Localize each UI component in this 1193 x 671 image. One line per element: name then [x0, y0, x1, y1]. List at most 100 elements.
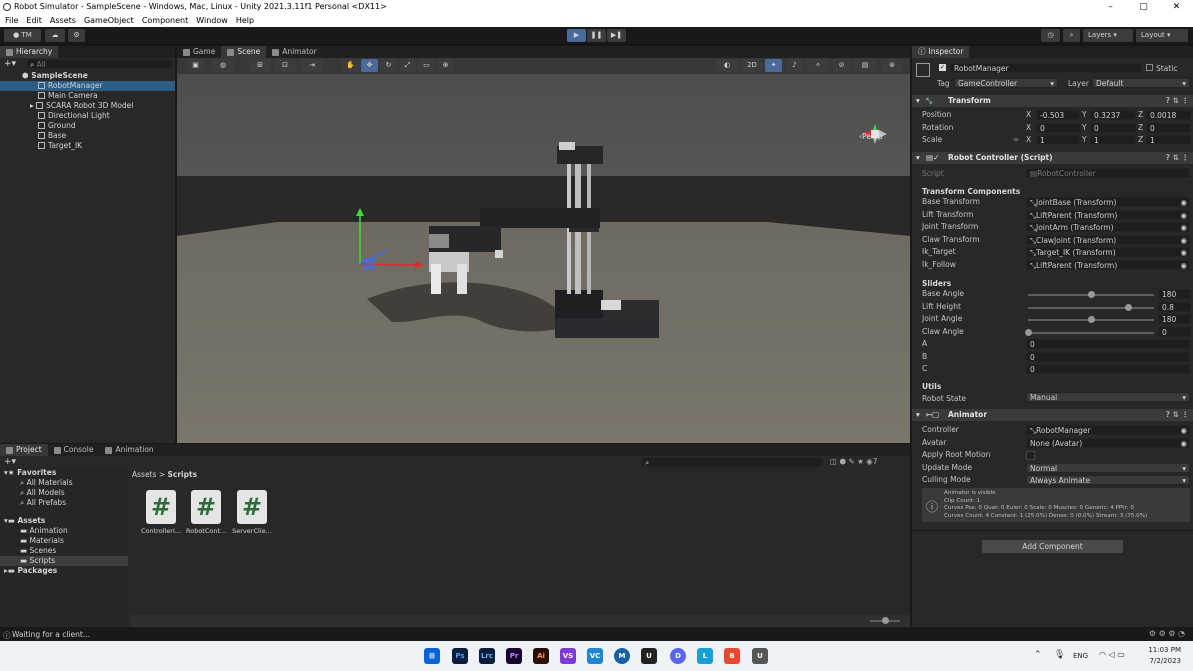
- effects-icon[interactable]: ✧: [807, 59, 829, 72]
- rotation-y-field[interactable]: 0: [1090, 122, 1136, 133]
- slider-track[interactable]: [1028, 306, 1154, 309]
- icon-size-knob[interactable]: [882, 617, 889, 624]
- mic-icon[interactable]: 🎙︎: [1054, 650, 1065, 660]
- shading-icon[interactable]: ◐: [716, 59, 738, 72]
- gizmo-globe-icon[interactable]: ◍: [212, 59, 234, 72]
- transform-tool-icon[interactable]: ⊕: [437, 59, 454, 72]
- clock-time[interactable]: 11:03 PM: [1147, 646, 1181, 654]
- menu-window[interactable]: Window: [196, 15, 228, 27]
- history-icon[interactable]: ◷: [1041, 29, 1060, 42]
- base-angle-field[interactable]: 180: [1158, 289, 1191, 299]
- tab-project[interactable]: Project: [0, 444, 48, 456]
- hand-tool-icon[interactable]: ✋: [342, 59, 359, 72]
- add-component-button[interactable]: Add Component: [982, 540, 1123, 553]
- avatar-field[interactable]: None (Avatar) ◉: [1026, 437, 1190, 448]
- component-menu-icons[interactable]: ? ⇅ ⋮: [1166, 152, 1189, 164]
- project-search-input[interactable]: ⌕: [641, 457, 823, 467]
- layout-dropdown[interactable]: Layout ▾: [1136, 29, 1188, 42]
- menu-gameobject[interactable]: GameObject: [84, 15, 134, 27]
- menu-assets[interactable]: Assets: [50, 15, 76, 27]
- culling-mode-dropdown[interactable]: Always Animate ▾: [1026, 475, 1190, 485]
- base-transform-field[interactable]: ⤡JointBase (Transform) ◉: [1026, 197, 1190, 207]
- animator-controller-field[interactable]: ⤡RobotManager ◉: [1026, 425, 1190, 435]
- position-y-field[interactable]: 0.3237: [1090, 110, 1136, 120]
- minimize-button[interactable]: –: [1094, 0, 1127, 15]
- slider-knob[interactable]: [1087, 316, 1095, 323]
- increment-icon[interactable]: ⇥: [301, 59, 323, 72]
- add-asset-icon[interactable]: +▾: [4, 457, 16, 467]
- object-picker-icon[interactable]: ◉: [1180, 261, 1189, 270]
- hierarchy-item-main-camera[interactable]: Main Camera: [0, 91, 175, 101]
- menu-help[interactable]: Help: [236, 15, 254, 27]
- component-menu-icons[interactable]: ? ⇅ ⋮: [1166, 95, 1189, 107]
- ik-target-field[interactable]: ⤡Target_IK (Transform) ◉: [1026, 247, 1190, 257]
- project-filter-icons[interactable]: ◫ ⬢ ✎ ★ ◉7: [830, 457, 878, 466]
- tag-dropdown[interactable]: GameController ▾: [954, 78, 1058, 88]
- account-button[interactable]: ● TM: [4, 29, 41, 42]
- play-button[interactable]: ▶: [567, 29, 586, 42]
- taskbar-app[interactable]: M: [614, 648, 630, 664]
- taskbar-vscode[interactable]: VC: [587, 648, 603, 664]
- script-file[interactable]: # ServerClie...: [232, 490, 272, 535]
- object-picker-icon[interactable]: ◉: [1180, 236, 1189, 245]
- packages-row[interactable]: ▸▬ Packages: [0, 566, 128, 576]
- clock-date[interactable]: 7/2/2023: [1147, 657, 1181, 665]
- hierarchy-item-robotmanager[interactable]: RobotManager: [0, 81, 175, 91]
- taskbar-premiere[interactable]: Pr: [506, 648, 522, 664]
- persp-label[interactable]: ‹Persp: [859, 132, 883, 141]
- hidden-objects-icon[interactable]: ⊘: [833, 59, 850, 72]
- layers-dropdown[interactable]: Layers ▾: [1083, 29, 1133, 42]
- object-picker-icon[interactable]: ◉: [1180, 223, 1189, 232]
- scene-viewport[interactable]: ‹Persp: [177, 74, 910, 443]
- component-menu-icons[interactable]: ? ⇅ ⋮: [1166, 409, 1189, 421]
- rotation-x-field[interactable]: 0: [1036, 122, 1080, 133]
- taskbar-lightroom[interactable]: Lrc: [479, 648, 495, 664]
- breadcrumb-scripts[interactable]: Scripts: [168, 470, 198, 479]
- tab-scene[interactable]: Scene: [221, 46, 267, 58]
- breadcrumb-assets[interactable]: Assets: [132, 470, 156, 479]
- scale-y-field[interactable]: 1: [1090, 135, 1136, 145]
- joint-angle-field[interactable]: 180: [1158, 314, 1191, 324]
- snap-icon[interactable]: ⊞: [249, 59, 271, 72]
- fav-all-materials[interactable]: ⌕ All Materials: [0, 478, 128, 488]
- active-checkbox[interactable]: ✓: [939, 64, 946, 71]
- tab-game[interactable]: Game: [177, 46, 221, 58]
- script-file[interactable]: # ControllerI...: [141, 490, 181, 535]
- search-icon[interactable]: ⌕: [1063, 29, 1080, 42]
- c-field[interactable]: 0: [1026, 364, 1190, 374]
- collab-icon[interactable]: ⚙: [68, 29, 85, 42]
- chevron-up-icon[interactable]: ⌃: [1034, 650, 1042, 660]
- robot-controller-header[interactable]: ▾ ▤✓ Robot Controller (Script)? ⇅ ⋮: [912, 152, 1193, 164]
- scale-z-field[interactable]: 1: [1146, 135, 1191, 145]
- lighting-icon[interactable]: ✦: [765, 59, 782, 72]
- fav-all-prefabs[interactable]: ⌕ All Prefabs: [0, 498, 128, 508]
- taskbar-illustrator[interactable]: Ai: [533, 648, 549, 664]
- folder-scenes[interactable]: ▬ Scenes: [0, 546, 128, 556]
- lift-transform-field[interactable]: ⤡LiftParent (Transform) ◉: [1026, 209, 1190, 220]
- cloud-icon[interactable]: ☁: [45, 29, 65, 42]
- object-picker-icon[interactable]: ◉: [1180, 198, 1189, 207]
- language-indicator[interactable]: ENG: [1073, 652, 1088, 660]
- menu-component[interactable]: Component: [142, 15, 188, 27]
- rect-tool-icon[interactable]: ▭: [418, 59, 435, 72]
- tab-animator[interactable]: Animator: [266, 46, 322, 58]
- hierarchy-item-ground[interactable]: Ground: [0, 121, 175, 131]
- taskbar-unity[interactable]: U: [641, 648, 657, 664]
- taskbar-visual-studio[interactable]: VS: [560, 648, 576, 664]
- rotate-tool-icon[interactable]: ↻: [380, 59, 397, 72]
- scene-row[interactable]: ⬢ SampleScene: [0, 71, 175, 81]
- slider-knob[interactable]: [1024, 328, 1032, 336]
- scale-x-field[interactable]: 1: [1036, 135, 1080, 145]
- windows-start-icon[interactable]: ⊞: [424, 648, 440, 664]
- taskbar-discord[interactable]: D: [670, 648, 686, 664]
- slider-knob[interactable]: [1087, 291, 1095, 298]
- tab-hierarchy[interactable]: Hierarchy: [0, 46, 59, 58]
- folder-materials[interactable]: ▬ Materials: [0, 536, 128, 546]
- object-picker-icon[interactable]: ◉: [1180, 248, 1189, 257]
- hierarchy-item-target-ik[interactable]: Target_IK: [0, 141, 175, 151]
- object-picker-icon[interactable]: ◉: [1180, 211, 1189, 220]
- move-tool-icon[interactable]: ✥: [361, 59, 378, 72]
- toggle-2d-button[interactable]: 2D: [743, 59, 761, 72]
- animator-header[interactable]: ▾ ⤚▢ Animator? ⇅ ⋮: [912, 409, 1193, 421]
- lift-height-field[interactable]: 0.8: [1158, 301, 1191, 312]
